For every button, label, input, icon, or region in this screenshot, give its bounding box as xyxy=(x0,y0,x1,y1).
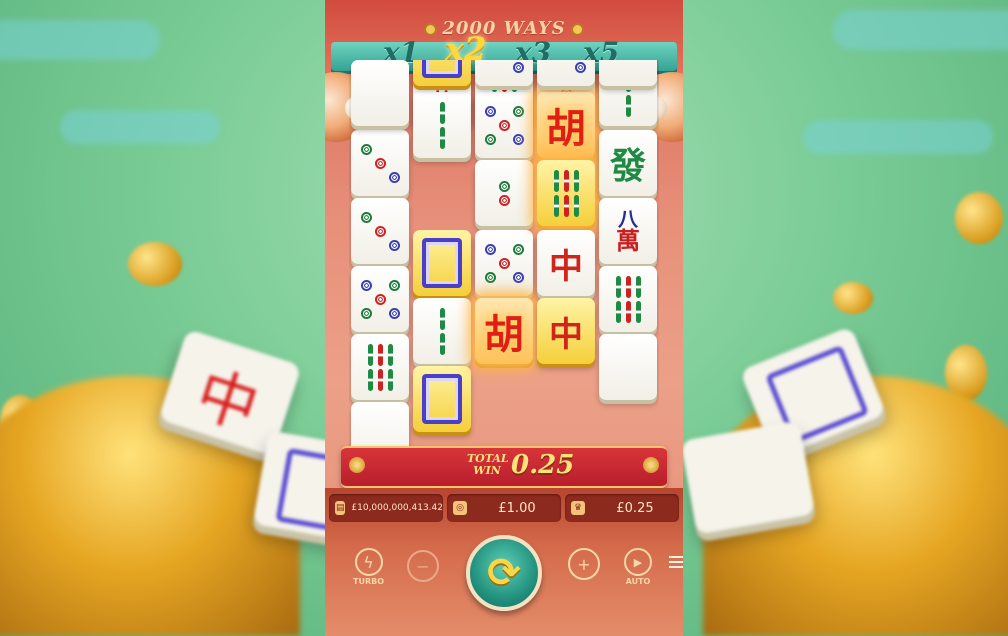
bet-value: £1.00 xyxy=(498,500,536,516)
auto-button[interactable]: ▶ AUTO xyxy=(624,548,652,586)
bamboo-tile xyxy=(537,160,595,226)
cloud-decoration xyxy=(0,20,160,60)
increase-bet-button[interactable]: + xyxy=(568,548,600,580)
wan-symbol: 八萬 xyxy=(616,207,640,255)
bamboo-symbol xyxy=(439,101,445,149)
circles-symbol xyxy=(547,60,586,73)
dots-tile xyxy=(537,60,595,86)
total-win-value: 0.25 xyxy=(511,450,575,480)
circles-symbol xyxy=(485,60,524,73)
hu-symbol: 胡 xyxy=(484,311,524,358)
bamboo-tile xyxy=(351,334,409,400)
balance-value: £10,000,000,413.42 xyxy=(351,503,443,513)
hu-symbol: 胡 xyxy=(546,105,586,152)
partial-tile xyxy=(599,334,657,400)
dots-tile xyxy=(351,266,409,332)
partial-tile xyxy=(599,60,657,86)
zhong-symbol: 中 xyxy=(549,314,583,355)
spin-button[interactable]: ⟳ xyxy=(466,535,542,611)
frame-tile xyxy=(413,366,471,432)
bamboo-symbol xyxy=(553,169,579,217)
bamboo-symbol xyxy=(439,307,445,355)
refresh-arrows-icon: ⟳ xyxy=(487,550,521,596)
menu-icon-bar xyxy=(669,566,683,568)
dots-tile xyxy=(475,160,533,226)
turbo-button[interactable]: ϟ TURBO xyxy=(353,548,384,586)
zhong-symbol: 中 xyxy=(549,246,583,287)
minus-icon: − xyxy=(407,550,439,582)
banner-knob xyxy=(349,457,365,473)
cloud-decoration xyxy=(803,120,993,154)
circles-symbol xyxy=(360,143,400,183)
partial-tile xyxy=(351,402,409,452)
total-win-label: TOTAL WIN xyxy=(467,452,509,477)
fa-symbol: 發 xyxy=(609,145,646,187)
dots-tile xyxy=(351,198,409,264)
win-value: £0.25 xyxy=(616,500,654,516)
circles-symbol xyxy=(484,105,524,145)
coin-decoration xyxy=(128,242,182,286)
circles-symbol xyxy=(498,180,510,206)
banner-knob xyxy=(643,457,659,473)
bamboo-tile xyxy=(599,266,657,332)
total-win-banner: TOTAL WIN 0.25 xyxy=(341,446,667,488)
dots-tile xyxy=(475,60,533,86)
wallet-icon: ▤ xyxy=(335,501,346,515)
wild-hu-tile: 胡 xyxy=(475,298,533,364)
red-dragon-tile: 中 xyxy=(537,230,595,296)
circles-symbol xyxy=(360,211,400,251)
ways-label: 2000 WAYS xyxy=(325,18,683,39)
background-right xyxy=(683,0,1008,636)
character-tile: 八萬 xyxy=(599,198,657,264)
frame-symbol xyxy=(422,374,462,424)
background-left: 中 xyxy=(0,0,325,636)
cloud-decoration xyxy=(833,10,1008,50)
bamboo-symbol xyxy=(367,343,393,391)
play-icon: ▶ xyxy=(624,548,652,576)
circles-symbol xyxy=(484,243,524,283)
partial-tile xyxy=(351,60,409,126)
frame-tile xyxy=(413,60,471,86)
plus-icon: + xyxy=(568,548,600,580)
frame-symbol xyxy=(422,60,462,78)
circles-symbol xyxy=(360,279,400,319)
auto-label: AUTO xyxy=(625,577,651,586)
dots-tile xyxy=(475,92,533,158)
bamboo-tile xyxy=(413,92,471,158)
frame-tile xyxy=(413,230,471,296)
coin-decoration xyxy=(833,282,873,314)
menu-icon-bar xyxy=(669,556,683,558)
green-dragon-tile: 發 xyxy=(599,130,657,196)
reel-grid: 八萬胡胡中中發八萬 xyxy=(349,60,659,452)
coin-stack-icon: ◎ xyxy=(453,501,467,515)
turbo-label: TURBO xyxy=(353,577,385,586)
menu-icon-bar xyxy=(669,561,683,563)
lightning-icon: ϟ xyxy=(354,548,383,576)
cloud-decoration xyxy=(60,110,220,144)
coin-decoration xyxy=(955,192,1003,244)
decrease-bet-button[interactable]: − xyxy=(407,550,439,582)
bamboo-tile xyxy=(413,298,471,364)
balance-display: ▤ £10,000,000,413.42 xyxy=(329,494,443,522)
frame-symbol xyxy=(422,238,462,288)
dots-tile xyxy=(475,230,533,296)
dots-tile xyxy=(351,130,409,196)
trophy-icon: ♛ xyxy=(571,501,585,515)
win-display: ♛ £0.25 xyxy=(565,494,679,522)
wild-hu-tile: 胡 xyxy=(537,92,595,158)
bamboo-symbol xyxy=(615,275,641,323)
game-area: 2000 WAYS x1x2x3x5 八萬胡胡中中發八萬 TOTAL WIN 0… xyxy=(325,0,683,636)
bet-display[interactable]: ◎ £1.00 xyxy=(447,494,561,522)
red-dragon-tile: 中 xyxy=(537,298,595,364)
menu-button[interactable] xyxy=(669,556,683,568)
